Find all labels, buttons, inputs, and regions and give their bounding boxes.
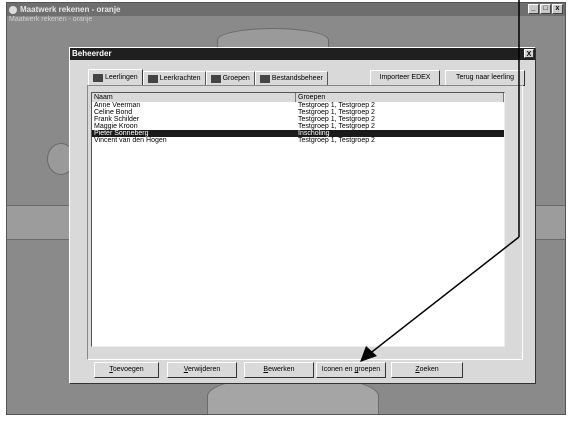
annotation-arrowhead <box>360 346 377 362</box>
annotation-arrow <box>360 0 520 362</box>
annotation-arrow-line-diagonal <box>367 236 520 356</box>
